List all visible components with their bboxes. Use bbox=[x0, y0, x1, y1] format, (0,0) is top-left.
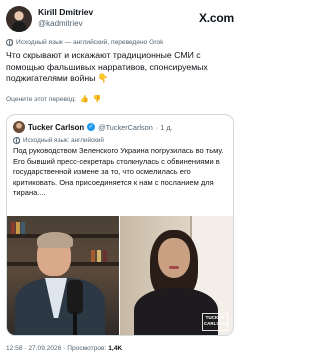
quoted-video[interactable]: TUCKER CARLSON bbox=[7, 216, 233, 335]
translation-note-text: Исходный язык — английский, переведено G… bbox=[16, 39, 164, 46]
quoted-author-handle[interactable]: @TuckerCarlson bbox=[98, 123, 153, 132]
quoted-text: Под руководством Зеленского Украина погр… bbox=[13, 146, 224, 198]
book bbox=[103, 250, 107, 262]
book bbox=[16, 222, 20, 234]
man-hair bbox=[37, 232, 73, 248]
tweet-text: Что скрывают и искажают традиционные СМИ… bbox=[6, 50, 208, 83]
views-label: · Просмотров: bbox=[63, 345, 107, 352]
translation-note: Исходный язык — английский, переведено G… bbox=[6, 39, 163, 46]
quoted-time: · 1 д. bbox=[155, 122, 173, 132]
thumbs-down-icon[interactable]: 👎 bbox=[93, 95, 102, 103]
tweet-header: Kirill Dmitriev @kadmitriev X.com bbox=[6, 6, 234, 32]
woman-lips bbox=[169, 266, 179, 269]
quoted-translation-note: Исходный язык: английский bbox=[13, 137, 104, 144]
woman-face bbox=[158, 238, 190, 278]
rate-translation-label: Оцените этот перевод: bbox=[6, 95, 77, 103]
views-count: 1,4K bbox=[108, 345, 123, 352]
globe-icon bbox=[6, 39, 13, 46]
verified-badge-icon: ✓ bbox=[87, 123, 96, 131]
video-left-panel bbox=[7, 216, 119, 335]
author-avatar[interactable] bbox=[6, 6, 32, 32]
book bbox=[97, 250, 101, 262]
microphone-arm bbox=[73, 312, 77, 335]
quoted-header: Tucker Carlson ✓ @TuckerCarlson · 1 д. bbox=[13, 121, 173, 133]
author-handle[interactable]: @kadmitriev bbox=[38, 18, 93, 29]
tweet-timestamp[interactable]: 12:58 · 27.09.2026 bbox=[6, 345, 61, 352]
quoted-avatar[interactable] bbox=[13, 121, 25, 133]
x-logo: X.com bbox=[198, 11, 234, 25]
globe-icon bbox=[13, 137, 20, 144]
quoted-translation-text: Исходный язык: английский bbox=[23, 137, 104, 144]
author-info[interactable]: Kirill Dmitriev @kadmitriev bbox=[38, 7, 93, 29]
video-right-panel: TUCKER CARLSON bbox=[120, 216, 233, 335]
microphone-icon bbox=[67, 280, 83, 314]
book bbox=[91, 250, 95, 262]
thumbs-up-icon[interactable]: 👍 bbox=[80, 95, 89, 103]
author-name[interactable]: Kirill Dmitriev bbox=[38, 7, 93, 18]
quoted-author-name[interactable]: Tucker Carlson bbox=[28, 123, 84, 132]
book bbox=[11, 222, 15, 234]
rate-translation: Оцените этот перевод: 👍 👎 bbox=[6, 95, 102, 104]
quoted-tweet[interactable]: Tucker Carlson ✓ @TuckerCarlson · 1 д. И… bbox=[6, 114, 234, 336]
tucker-carlson-logo: TUCKER CARLSON bbox=[202, 313, 228, 331]
tweet-meta: 12:58 · 27.09.2026 · Просмотров: 1,4K bbox=[6, 345, 122, 352]
book bbox=[21, 222, 25, 234]
